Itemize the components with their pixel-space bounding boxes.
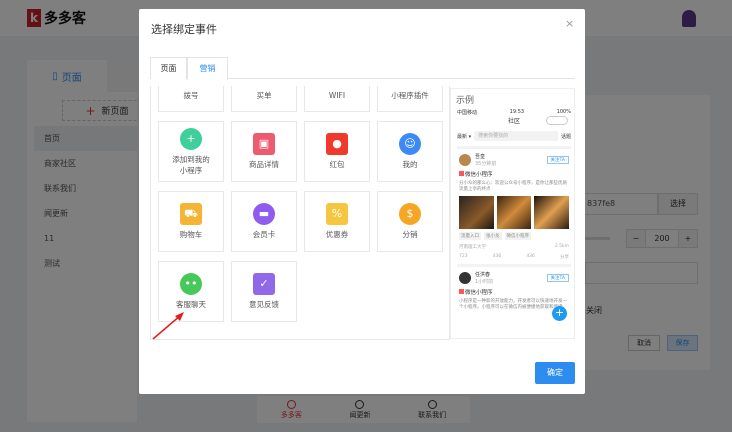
post-time: 35分钟前 bbox=[475, 161, 497, 167]
event-item[interactable]: ▬ 会员卡 bbox=[231, 191, 297, 252]
follow-button: 关注TA bbox=[546, 156, 569, 164]
preview-panel: 示例 中国移动 19:53 100% 社区 最新 ▾ 搜索你要找的 话题 吾皇 3… bbox=[450, 88, 575, 339]
post-author: 任洪春 bbox=[475, 272, 491, 278]
share: 分享 bbox=[559, 255, 569, 260]
add-miniprogram-icon: + bbox=[180, 127, 202, 150]
tag: 张小龙 bbox=[484, 232, 502, 240]
event-item[interactable]: ● 红包 bbox=[304, 121, 370, 182]
follow-button: 关注TA bbox=[546, 274, 569, 282]
event-item-label: 添加到我的 小程序 bbox=[172, 154, 210, 175]
shopping-bag-icon: ▣ bbox=[253, 133, 275, 155]
search-box: 搜索你要找的 bbox=[474, 131, 558, 141]
event-item[interactable]: ✓ 意见反馈 bbox=[231, 261, 297, 322]
event-grid: 拨号 买单 WIFI 小程序插件 + 添加到我的 小程序 ▣ 商品详情 ● 红包 ☺ 我的 ⛟ 购物车 ▬ 会… bbox=[158, 86, 443, 322]
event-item[interactable]: 买单 bbox=[231, 86, 297, 112]
membership-card-icon: ▬ bbox=[253, 203, 275, 225]
event-grid-panel[interactable]: 拨号 买单 WIFI 小程序插件 + 添加到我的 小程序 ▣ 商品详情 ● 红包 ☺ 我的 ⛟ 购物车 ▬ 会… bbox=[150, 86, 450, 340]
event-item-label: 优惠券 bbox=[325, 230, 349, 239]
event-item-label: 小程序插件 bbox=[391, 91, 429, 100]
event-item[interactable]: ☺ 我的 bbox=[377, 121, 443, 182]
post-text: 分小众的那么心：欢迎公众号小程序，是你让那些优质流量上亭的终点 bbox=[459, 181, 567, 192]
phone-search: 最新 ▾ 搜索你要找的 话题 bbox=[457, 130, 571, 142]
post-time: 1小时前 bbox=[475, 279, 494, 285]
avatar bbox=[459, 272, 471, 284]
post-title: 微信小程序 bbox=[465, 290, 493, 296]
views: 723 bbox=[459, 254, 468, 259]
event-item-label: WIFI bbox=[328, 91, 346, 100]
comments: 436 bbox=[492, 254, 502, 259]
distance: 2.5km bbox=[554, 244, 569, 249]
tab-marketing[interactable]: 营销 bbox=[187, 57, 228, 80]
cart-icon: ⛟ bbox=[180, 203, 202, 225]
confirm-button[interactable]: 确定 bbox=[535, 362, 575, 384]
event-item[interactable]: $ 分销 bbox=[377, 191, 443, 252]
event-item-label: 会员卡 bbox=[252, 230, 276, 239]
modal-title: 选择绑定事件 bbox=[151, 23, 217, 36]
post: 吾皇 35分钟前 关注TA 微信小程序 分小众的那么心：欢迎公众号小程序，是你让那些… bbox=[457, 146, 571, 264]
event-item-label: 拨号 bbox=[183, 91, 199, 100]
battery: 100% bbox=[556, 109, 571, 115]
event-item[interactable]: % 优惠券 bbox=[304, 191, 370, 252]
red-envelope-icon: ● bbox=[326, 133, 348, 155]
carrier: 中国移动 bbox=[457, 110, 478, 116]
post-author: 吾皇 bbox=[475, 154, 486, 160]
location: 河南理工大学 bbox=[459, 245, 486, 250]
tab-page[interactable]: 页面 bbox=[150, 57, 187, 79]
close-icon[interactable]: × bbox=[565, 17, 574, 30]
event-item[interactable]: + 添加到我的 小程序 bbox=[158, 121, 224, 182]
event-item-label: 分销 bbox=[402, 230, 418, 239]
feedback-icon: ✓ bbox=[253, 273, 275, 295]
event-item[interactable]: ▣ 商品详情 bbox=[231, 121, 297, 182]
event-item[interactable]: ⛟ 购物车 bbox=[158, 191, 224, 252]
topic: 话题 bbox=[560, 133, 571, 140]
nav-title: 社区 bbox=[507, 118, 520, 125]
phone-preview: 中国移动 19:53 100% 社区 最新 ▾ 搜索你要找的 话题 吾皇 35分钟… bbox=[457, 109, 571, 321]
modal-tabs: 页面 营销 bbox=[150, 57, 575, 80]
status-bar: 中国移动 19:53 100% bbox=[457, 109, 571, 116]
post-title: 微信小程序 bbox=[465, 172, 493, 178]
tag: 流量入口 bbox=[459, 232, 481, 240]
preview-title: 示例 bbox=[456, 96, 475, 106]
money-bag-icon: $ bbox=[399, 203, 421, 225]
chat-icon: •• bbox=[180, 273, 202, 295]
phone-nav: 社区 bbox=[457, 116, 571, 128]
tag: 微信小程序 bbox=[504, 232, 531, 240]
capsule-icon bbox=[546, 116, 568, 125]
coupon-icon: % bbox=[326, 203, 348, 225]
time: 19:53 bbox=[509, 109, 525, 115]
event-item[interactable]: 拨号 bbox=[158, 86, 224, 112]
arrow-annotation-icon bbox=[152, 312, 184, 340]
filter: 最新 ▾ bbox=[457, 133, 472, 140]
bind-event-modal: 选择绑定事件 × 页面 营销 拨号 买单 WIFI 小程序插件 + 添加到我的 小程序 ▣ 商… bbox=[139, 9, 585, 394]
event-item-label: 意见反馈 bbox=[249, 300, 279, 309]
event-item-label: 购物车 bbox=[179, 230, 203, 239]
event-item-label: 我的 bbox=[402, 160, 418, 169]
likes: 436 bbox=[526, 254, 535, 259]
event-item-label: 买单 bbox=[256, 91, 272, 100]
event-item-label: 红包 bbox=[329, 160, 345, 169]
user-icon: ☺ bbox=[399, 133, 421, 155]
post-images bbox=[459, 196, 570, 229]
event-item[interactable]: WIFI bbox=[304, 86, 370, 112]
avatar bbox=[459, 154, 471, 166]
event-item-label: 商品详情 bbox=[249, 160, 279, 169]
event-item[interactable]: 小程序插件 bbox=[377, 86, 443, 112]
add-post-icon: + bbox=[552, 306, 567, 321]
